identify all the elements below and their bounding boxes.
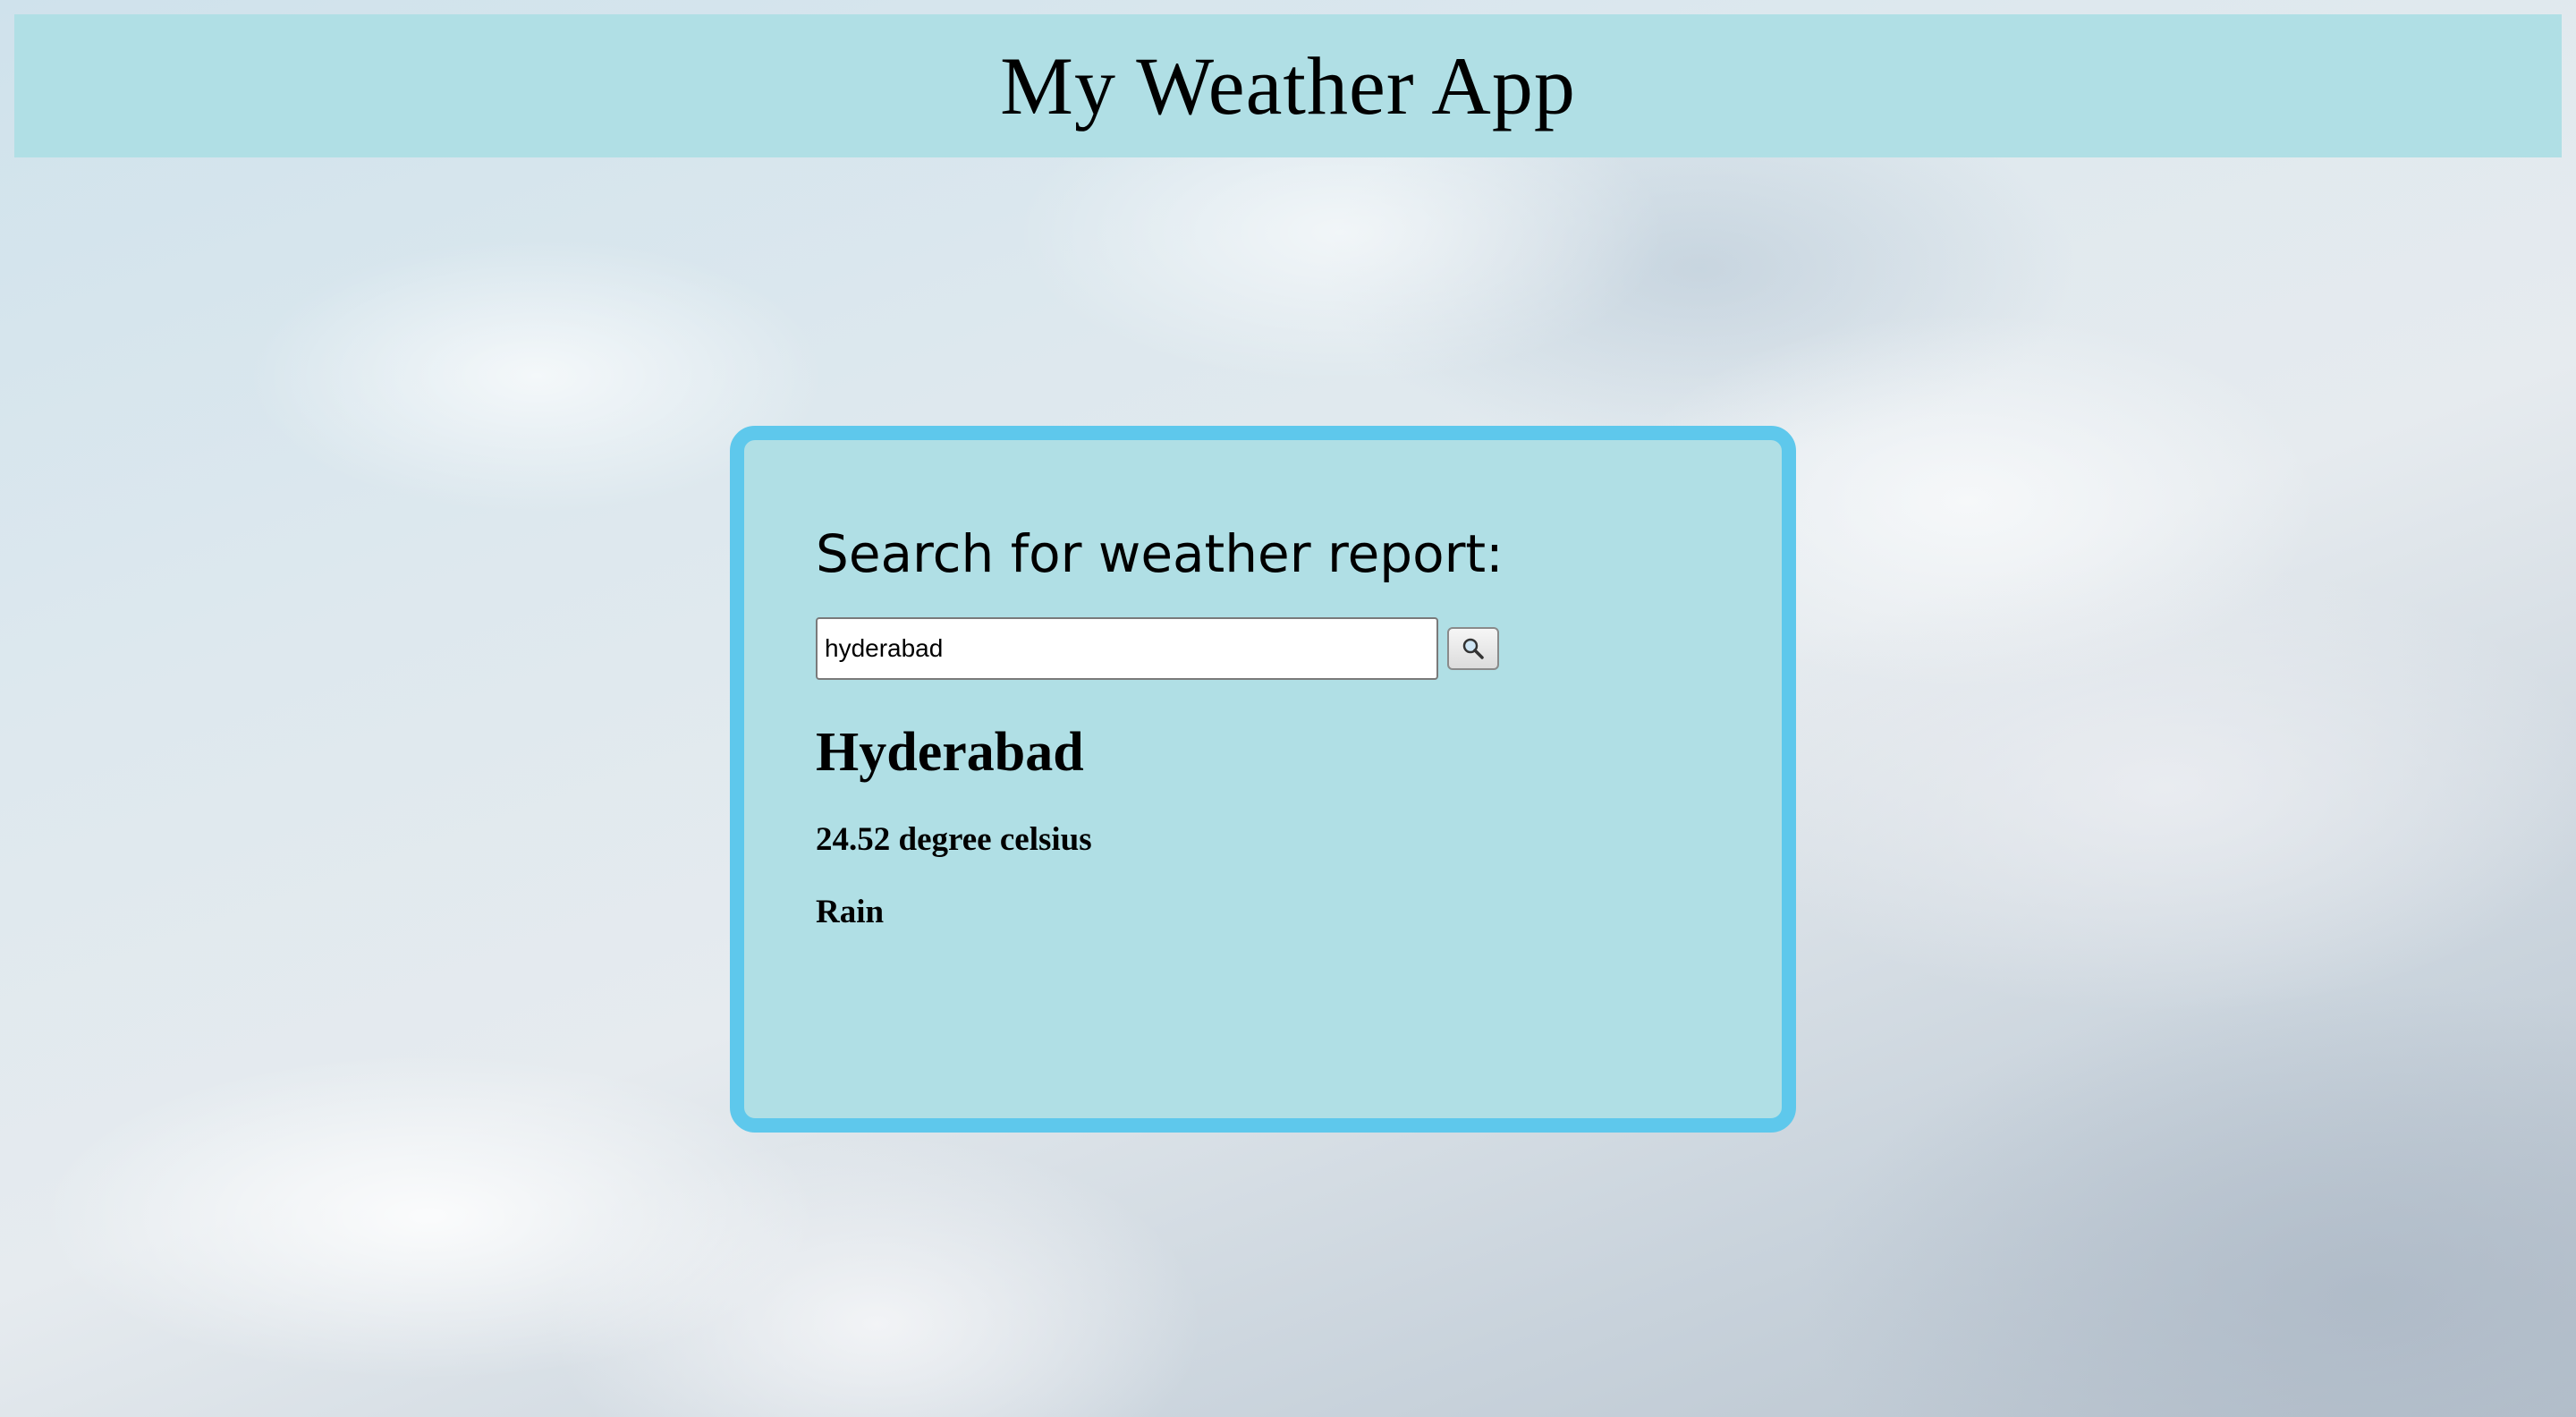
app-title: My Weather App bbox=[1000, 40, 1576, 132]
search-input[interactable] bbox=[816, 617, 1438, 680]
search-heading: Search for weather report: bbox=[816, 523, 1504, 584]
search-row bbox=[816, 617, 1782, 680]
weather-condition: Rain bbox=[816, 894, 885, 930]
city-name: Hyderabad bbox=[816, 722, 1084, 783]
search-icon bbox=[1462, 638, 1484, 659]
app-header: My Weather App bbox=[14, 14, 2562, 157]
temperature: 24.52 degree celsius bbox=[816, 821, 1092, 858]
weather-card: Search for weather report: Hyderabad 24.… bbox=[730, 426, 1796, 1133]
search-button[interactable] bbox=[1447, 627, 1499, 670]
